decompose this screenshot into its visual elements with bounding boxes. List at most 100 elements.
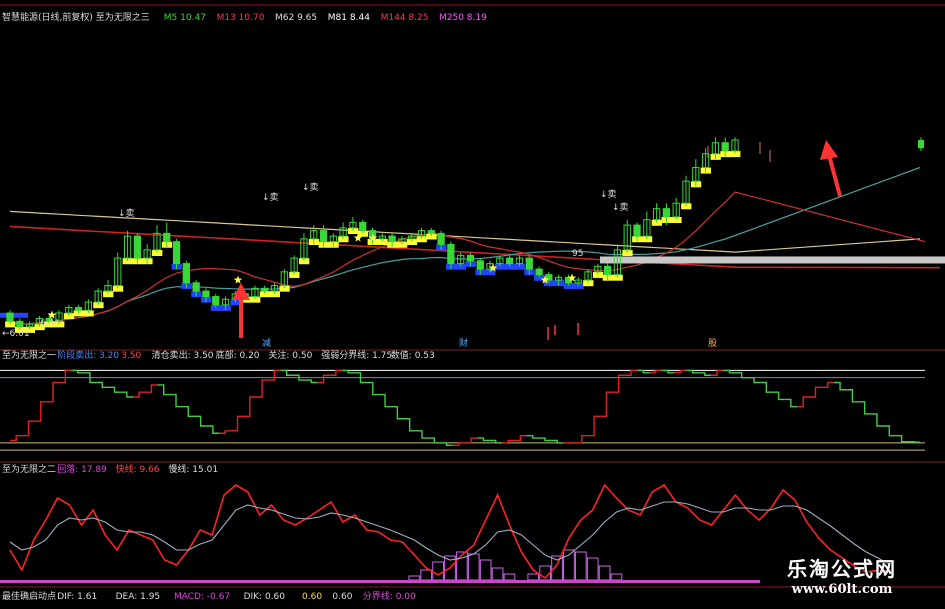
bottom-tag-2: 股 <box>708 338 717 349</box>
candle-body-32 <box>319 230 328 243</box>
ind1-seg-30 <box>378 393 392 408</box>
main-price-panel: ←6.01 6.01 95 ↓卖 ↓卖 ↓卖 ↓卖 ↓卖减 财 股 智慧能源(日线,前复权) 至为… <box>0 11 945 349</box>
sell-mark-4: ↓卖 <box>612 202 629 213</box>
main-legend-item-3: M81 8.44 <box>328 13 370 23</box>
candle-body-19 <box>192 282 200 292</box>
arrow-up-left-head <box>232 283 250 300</box>
ind1-seg-4 <box>59 369 72 384</box>
ind1-seg-7 <box>96 381 109 389</box>
ind2-hist-1-7 <box>610 573 623 581</box>
ind2-baseline-bar <box>0 580 760 583</box>
arrow-up-right-shaft <box>827 154 842 197</box>
indicator2-legend: 至为无限之二 回落: 17.89 快线: 9.66 慢线: 15.01 <box>2 463 218 475</box>
candle-body-61 <box>604 265 612 276</box>
ind3-legend-item-5: 0.60 <box>332 592 352 602</box>
ind2-hist-1-6 <box>598 565 611 581</box>
candle-body-64 <box>633 224 641 237</box>
main-legend-title: 智慧能源(日线,前复权) 至为无限之三 <box>2 11 150 23</box>
candle-body-44 <box>437 232 445 245</box>
ind1-seg-69 <box>858 401 871 415</box>
ind1-legend-item-4: 关注: 0.50 <box>268 349 312 361</box>
ind1-seg-3 <box>46 381 60 403</box>
candle-body-48 <box>476 260 484 270</box>
candle-body-54 <box>535 268 543 276</box>
ind1-seg-48 <box>600 391 613 418</box>
ind1-seg-57 <box>710 369 724 376</box>
ind3-legend-item-2: MACD: -0.67 <box>174 592 230 602</box>
signal-step-lead <box>0 312 28 318</box>
candle-body-0 <box>6 312 14 322</box>
signal-ticks <box>547 142 771 340</box>
ind2-hist-0-1 <box>420 569 433 581</box>
ind2-hist-0-0 <box>408 575 421 581</box>
buy-star-1 <box>233 275 243 284</box>
ind2-hist-0-6 <box>479 559 492 581</box>
ind1-seg-37 <box>465 437 478 444</box>
indicator1-legend: 至为无限之一 阶段卖出: 3.20 3.50 清仓卖出: 3.50 底部: 0.20 关注… <box>2 349 435 361</box>
ind1-seg-56 <box>698 372 711 376</box>
ind1-seg-46 <box>575 434 588 444</box>
ind2-hist-1-4 <box>574 551 587 581</box>
candle-body-67 <box>662 208 671 218</box>
candle-body-18 <box>182 263 190 284</box>
ind3-legend-item-6: 分界线: 0.00 <box>363 590 416 602</box>
candle-body-43 <box>427 230 435 234</box>
indicator2-baseline <box>0 580 760 583</box>
mid-mark: 95 <box>572 249 583 259</box>
watermark-title: 乐淘公式网 <box>787 557 897 581</box>
watermark-url: www.60lt.com <box>791 582 893 597</box>
ind1-seg-29 <box>366 381 379 396</box>
ind1-legend-item-5: 强弱分界线: 1.75 <box>321 349 392 361</box>
ind1-seg-24 <box>305 379 318 384</box>
ind3-legend-item-4: 0.60 <box>302 592 322 602</box>
sell-mark-3: ↓卖 <box>600 189 617 200</box>
candle-body-45 <box>447 243 455 265</box>
ind2-hist-0-8 <box>503 573 516 581</box>
ind1-legend-item-0: 阶段卖出: 3.20 <box>57 349 119 361</box>
ind1-legend-item-2: 清仓卖出: 3.50 <box>152 349 214 361</box>
ind2-legend-item-2: 慢线: 15.01 <box>168 463 218 475</box>
main-annotations: ←6.01 6.01 95 ↓卖 ↓卖 ↓卖 ↓卖 ↓卖减 财 股 <box>2 182 717 349</box>
main-legend-item-2: M62 9.65 <box>275 13 317 23</box>
watermark: 乐淘公式网 www.60lt.com <box>767 553 917 597</box>
ind3-legend-title: 最佳确启动点 <box>2 590 56 602</box>
ind2-hist-1-5 <box>586 557 599 581</box>
ind1-seg-9 <box>120 391 133 398</box>
ind1-seg-20 <box>255 379 269 398</box>
candle-body-36 <box>359 221 367 232</box>
ind1-seg-10 <box>132 391 146 398</box>
main-legend: 智慧能源(日线,前复权) 至为无限之三 M5 10.47 M13 10.70 M62 … <box>2 11 487 23</box>
candle-body-39 <box>388 235 396 243</box>
ind1-seg-43 <box>538 437 552 442</box>
ind1-seg-72 <box>895 434 908 443</box>
ind1-seg-14 <box>182 405 195 418</box>
ind1-seg-64 <box>797 396 810 408</box>
moving-averages <box>9 166 945 325</box>
ind1-seg-2 <box>34 401 47 422</box>
ind1-seg-13 <box>169 393 183 408</box>
ind1-seg-16 <box>206 425 220 434</box>
ind1-seg-70 <box>870 413 884 427</box>
ind1-legend-item-3: 底部: 0.20 <box>216 349 260 361</box>
candle-body-26 <box>261 287 269 292</box>
ind2-legend-item-0: 回落: 17.89 <box>57 463 107 475</box>
signal-steps <box>0 151 741 333</box>
candle-body-17 <box>172 241 181 265</box>
ind1-seg-0 <box>10 434 23 442</box>
ind2-hist-1-0 <box>527 573 540 581</box>
panel-frames <box>0 4 945 588</box>
ind1-seg-61 <box>760 381 773 393</box>
ind1-seg-12 <box>157 384 170 396</box>
ind2-hist-0-5 <box>467 553 480 581</box>
candle-body-51 <box>506 257 514 265</box>
main-legend-item-1: M13 10.70 <box>217 13 265 23</box>
ind1-seg-42 <box>526 434 539 439</box>
candle-last-body <box>918 140 924 149</box>
indicator1-panel: 至为无限之一 阶段卖出: 3.20 3.50 清仓卖出: 3.50 底部: 0.20 关注… <box>0 349 925 451</box>
candle-body-21 <box>212 296 220 306</box>
ind1-seg-67 <box>833 381 847 391</box>
ma-teal <box>9 166 921 325</box>
bottom-tag-0: 减 <box>262 337 271 349</box>
sell-mark-0: ↓卖 <box>118 208 135 219</box>
main-legend-item-4: M144 8.25 <box>381 13 429 23</box>
